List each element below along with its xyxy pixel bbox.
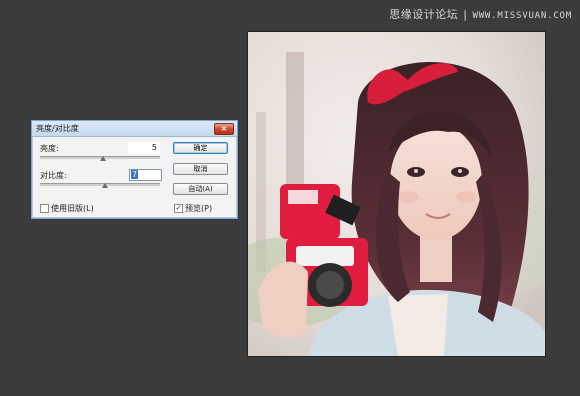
contrast-slider-thumb[interactable]: [102, 183, 108, 188]
dialog-title: 亮度/对比度: [36, 124, 79, 133]
brightness-slider-thumb[interactable]: [100, 156, 106, 161]
watermark-separator: |: [463, 8, 468, 21]
cancel-button[interactable]: 取消: [173, 163, 228, 175]
contrast-value-input[interactable]: 7: [129, 169, 162, 181]
photoshop-workspace: 思缘设计论坛 | WWW.MISSVUAN.COM 亮度/对比度 × 亮度: 5…: [0, 0, 580, 396]
checkmark-icon: ✓: [175, 204, 182, 212]
close-icon: ×: [220, 124, 228, 133]
use-legacy-label: 使用旧版(L): [51, 204, 94, 213]
watermark-text: 思缘设计论坛: [389, 8, 459, 21]
portrait-photo: [248, 32, 545, 356]
dialog-titlebar[interactable]: 亮度/对比度 ×: [32, 121, 237, 137]
watermark-site: WWW.MISSVUAN.COM: [472, 11, 572, 21]
brightness-label: 亮度:: [40, 144, 59, 153]
brightness-contrast-dialog: 亮度/对比度 × 亮度: 5 对比度: 7 确定 取消 自动(A) 使用旧版(L…: [31, 120, 238, 219]
document-canvas[interactable]: [247, 31, 546, 357]
preview-checkbox[interactable]: ✓: [174, 204, 183, 213]
preview-label: 预览(P): [185, 204, 213, 213]
watermark: 思缘设计论坛 | WWW.MISSVUAN.COM: [389, 6, 572, 22]
contrast-slider-track[interactable]: [40, 183, 160, 186]
brightness-value: 5: [151, 143, 157, 152]
use-legacy-checkbox[interactable]: [40, 204, 49, 213]
close-button[interactable]: ×: [214, 123, 234, 135]
contrast-label: 对比度:: [40, 171, 67, 180]
contrast-value: 7: [131, 170, 139, 179]
ok-button[interactable]: 确定: [173, 142, 228, 154]
brightness-value-input[interactable]: 5: [128, 142, 160, 154]
auto-button[interactable]: 自动(A): [173, 183, 228, 195]
